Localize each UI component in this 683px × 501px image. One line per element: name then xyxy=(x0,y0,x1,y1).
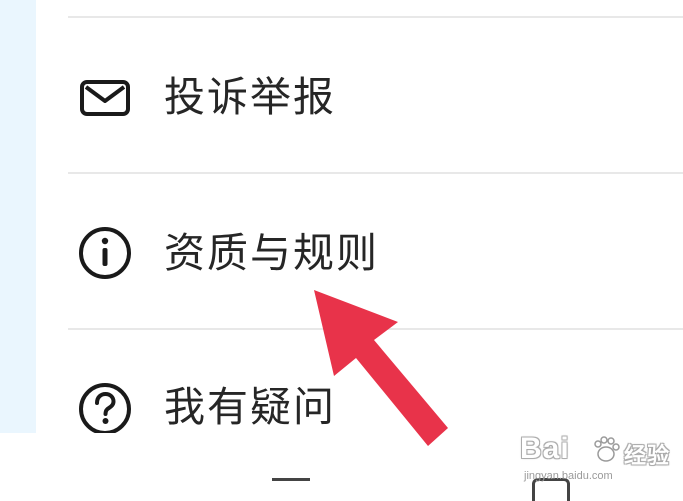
watermark: Bai 经验 jingyan.baidu.com xyxy=(520,430,680,490)
info-icon xyxy=(76,224,134,282)
watermark-logo: Bai xyxy=(520,432,570,465)
divider xyxy=(68,172,683,174)
question-icon xyxy=(76,380,134,433)
watermark-url: jingyan.baidu.com xyxy=(524,470,613,482)
paw-icon xyxy=(594,436,620,462)
divider xyxy=(68,16,683,18)
menu-item-label: 资质与规则 xyxy=(164,229,379,277)
annotation-arrow xyxy=(314,290,448,446)
side-panel-edge xyxy=(0,0,36,433)
mail-icon xyxy=(76,68,134,126)
menu-item-complaint[interactable]: 投诉举报 xyxy=(36,22,683,172)
menu-item-label: 投诉举报 xyxy=(164,73,336,121)
home-nav-icon[interactable] xyxy=(272,478,310,481)
watermark-logo-cn: 经验 xyxy=(624,443,671,468)
